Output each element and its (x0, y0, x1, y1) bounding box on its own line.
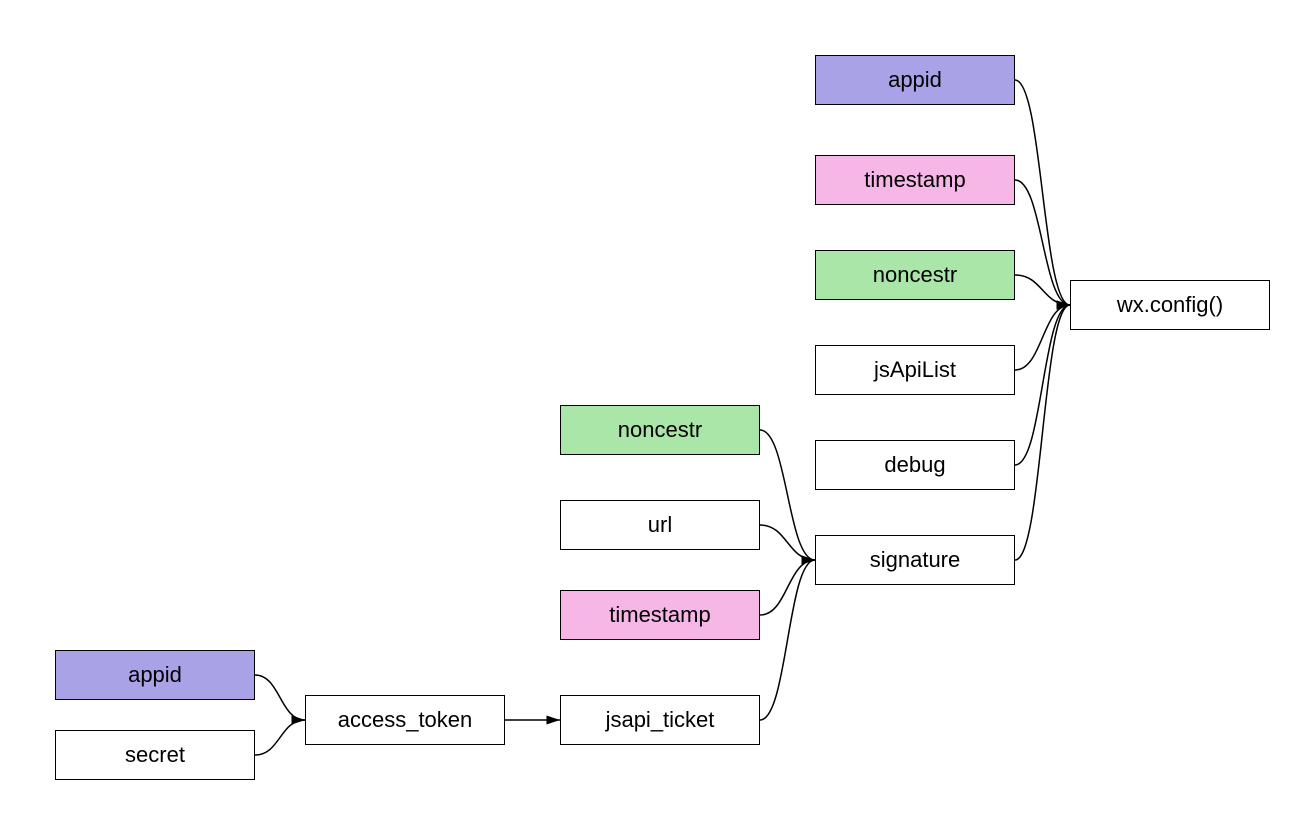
node-appid-right: appid (815, 55, 1015, 105)
node-label: wx.config() (1117, 292, 1223, 318)
edge-debug-to-wxconfig (1015, 305, 1070, 465)
node-label: appid (128, 662, 182, 688)
node-label: appid (888, 67, 942, 93)
node-wxconfig: wx.config() (1070, 280, 1270, 330)
node-url: url (560, 500, 760, 550)
edge-timestamp1-to-wxconfig (1015, 180, 1070, 305)
edge-appid2-to-wxconfig (1015, 80, 1070, 305)
node-jsapilist: jsApiList (815, 345, 1015, 395)
node-label: debug (884, 452, 945, 478)
node-label: signature (870, 547, 961, 573)
node-timestamp-right: timestamp (815, 155, 1015, 205)
node-label: jsapi_ticket (606, 707, 715, 733)
edge-signature-to-wxconfig (1015, 305, 1070, 560)
edge-url-to-signature (760, 525, 815, 560)
node-label: url (648, 512, 672, 538)
edge-secret-to-access_token (255, 720, 305, 755)
edge-noncestr2-to-signature (760, 430, 815, 560)
edge-noncestr1-to-wxconfig (1015, 275, 1070, 305)
node-label: timestamp (609, 602, 710, 628)
node-label: timestamp (864, 167, 965, 193)
node-secret: secret (55, 730, 255, 780)
node-noncestr-right: noncestr (815, 250, 1015, 300)
node-label: jsApiList (874, 357, 956, 383)
edge-jsapilist-to-wxconfig (1015, 305, 1070, 370)
node-label: access_token (338, 707, 473, 733)
node-signature: signature (815, 535, 1015, 585)
edge-timestamp2-to-signature (760, 560, 815, 615)
node-access-token: access_token (305, 695, 505, 745)
node-debug: debug (815, 440, 1015, 490)
node-timestamp-mid: timestamp (560, 590, 760, 640)
edge-appid1-to-access_token (255, 675, 305, 720)
node-jsapi-ticket: jsapi_ticket (560, 695, 760, 745)
diagram-canvas: appid secret access_token jsapi_ticket n… (0, 0, 1292, 826)
node-label: noncestr (873, 262, 957, 288)
node-label: secret (125, 742, 185, 768)
node-label: noncestr (618, 417, 702, 443)
node-appid-left: appid (55, 650, 255, 700)
edge-jsapi_ticket-to-signature (760, 560, 815, 720)
node-noncestr-mid: noncestr (560, 405, 760, 455)
